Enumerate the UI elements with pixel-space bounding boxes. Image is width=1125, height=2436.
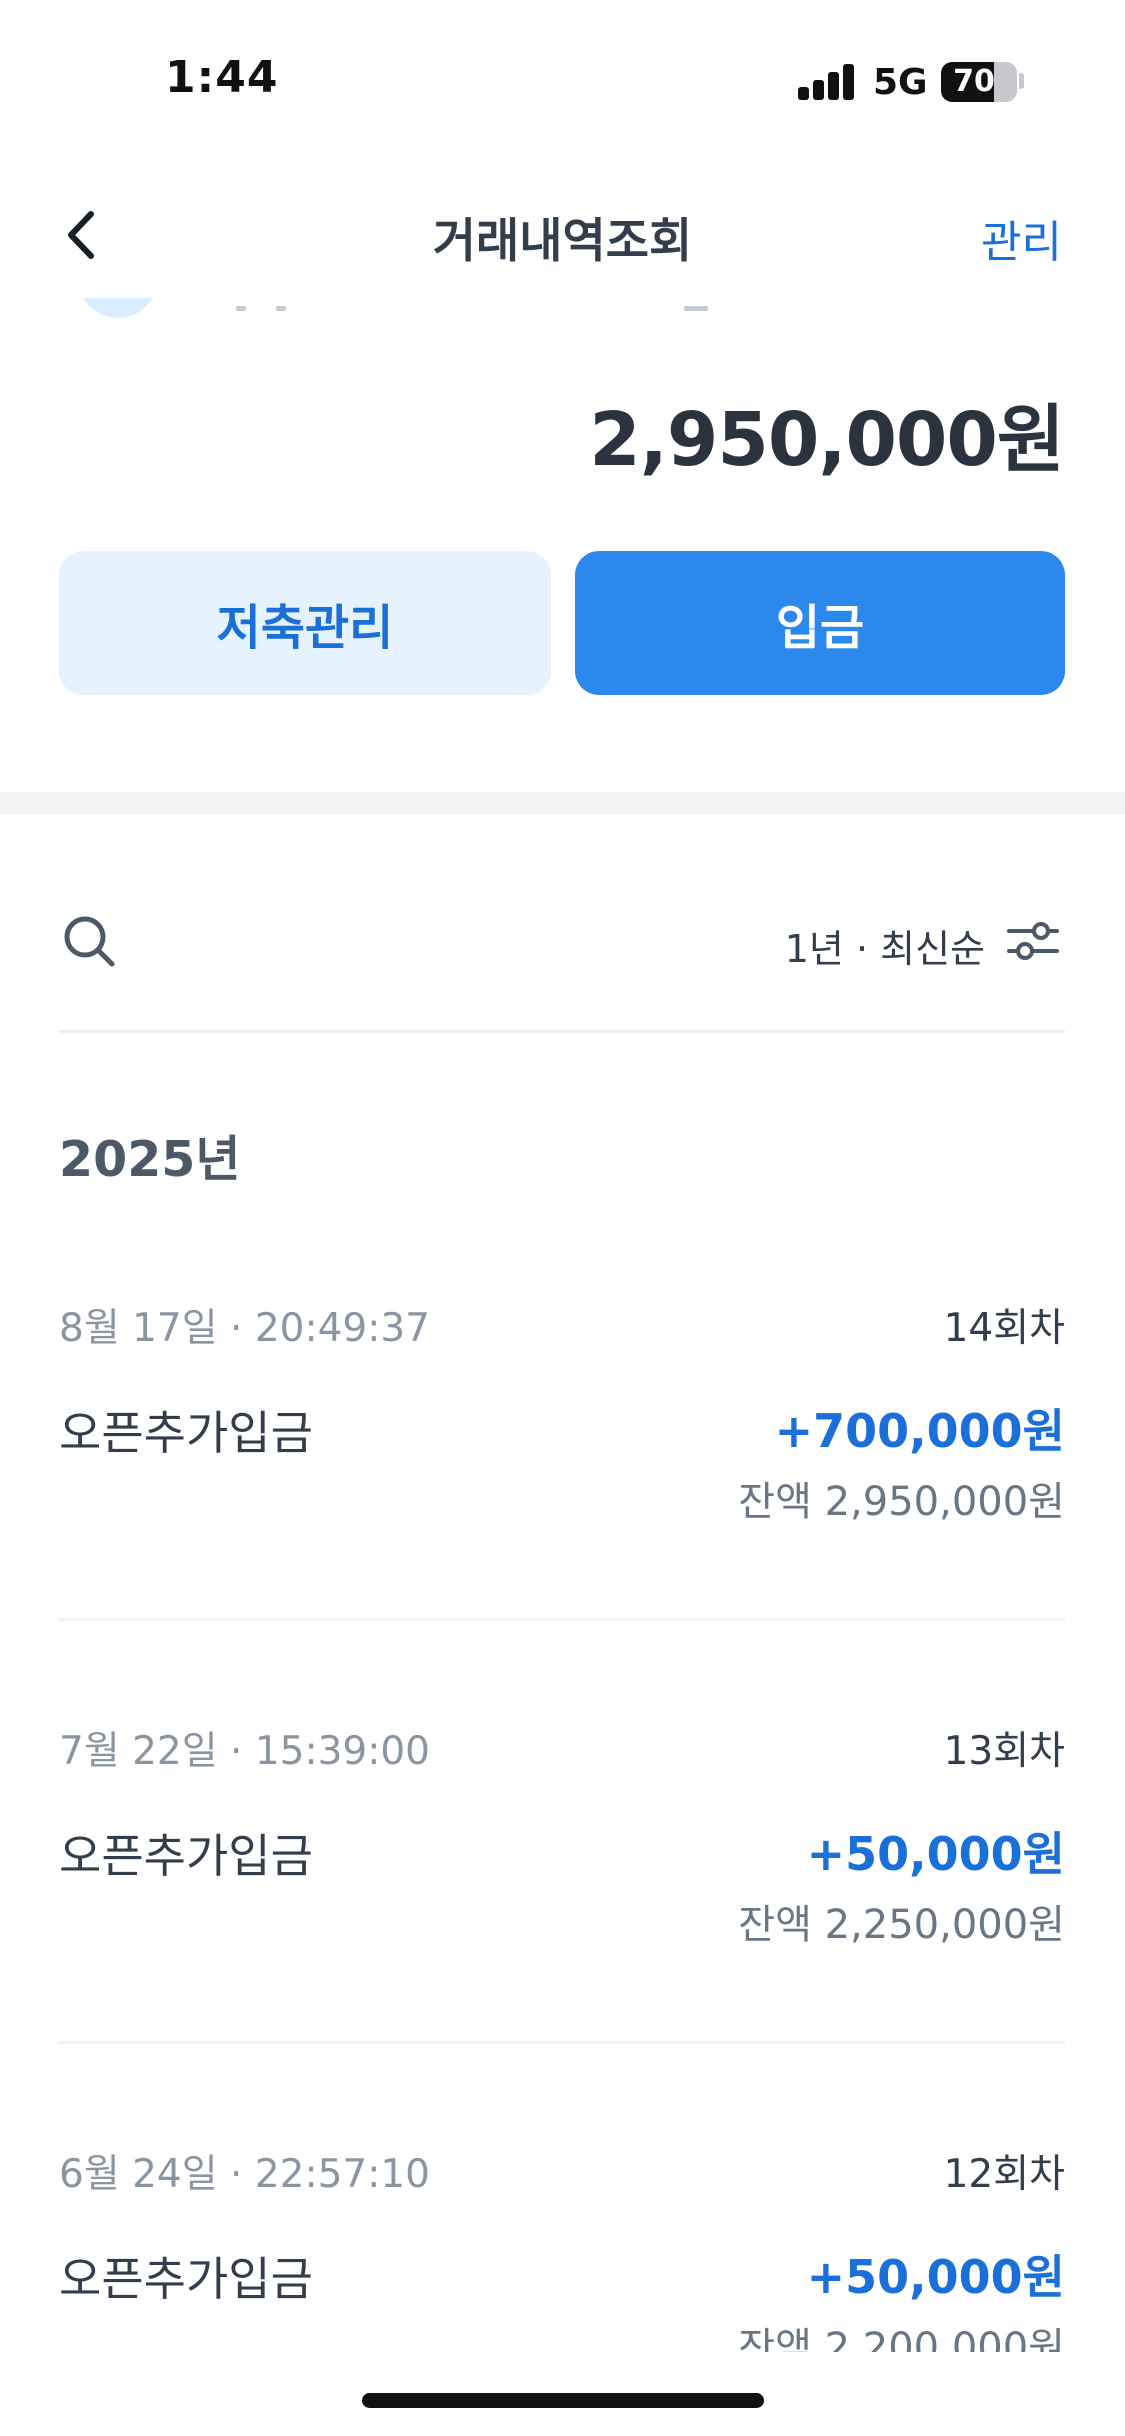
network-type: 5G: [873, 62, 928, 103]
transaction-round: 13회차: [943, 1729, 1065, 1774]
transaction-name: 오픈추가입금: [59, 1406, 313, 1460]
savings-manage-label: 저축관리: [216, 600, 394, 656]
account-name-fragment: [236, 306, 246, 311]
transaction-item[interactable]: 8월 17일 · 20:49:37 14회차 오픈추가입금 +700,000원 …: [59, 1297, 1065, 1597]
separator-dot: ·: [217, 1306, 255, 1351]
divider: [59, 1618, 1065, 1621]
transaction-time: 20:49:37: [254, 1306, 430, 1351]
filter-label[interactable]: 1년 · 최신순: [785, 918, 985, 973]
transaction-datetime: 6월 24일 · 22:57:10: [59, 2143, 430, 2199]
transaction-date: 7월 22일: [59, 1729, 218, 1774]
transaction-date: 8월 17일: [59, 1306, 218, 1351]
account-peek: [0, 298, 1125, 322]
transaction-balance: 잔액 2,250,000원: [738, 1902, 1065, 1948]
transaction-time: 22:57:10: [254, 2152, 430, 2197]
year-header: 2025년: [59, 1131, 241, 1188]
savings-manage-button[interactable]: 저축관리: [59, 551, 551, 695]
page-title: 거래내역조회: [432, 214, 693, 269]
section-divider: [0, 792, 1125, 814]
battery-percent: 70: [953, 64, 995, 99]
transaction-time: 15:39:00: [254, 1729, 430, 1774]
transaction-name: 오픈추가입금: [59, 1829, 313, 1883]
divider: [59, 1030, 1065, 1033]
divider: [59, 2041, 1065, 2044]
account-balance: 2,950,000원: [589, 397, 1065, 483]
cellular-signal-icon: [798, 64, 856, 100]
transaction-amount: +700,000원: [774, 1404, 1065, 1458]
transaction-balance: 잔액 2,950,000원: [738, 1479, 1065, 1525]
search-icon[interactable]: [60, 912, 120, 972]
sliders-icon[interactable]: [1005, 916, 1061, 966]
screen: 1:44 5G 70 거래내역조회 관리 2,950,000원 저축관리 입금: [0, 0, 1125, 2436]
transaction-name: 오픈추가입금: [59, 2252, 313, 2306]
transaction-datetime: 7월 22일 · 15:39:00: [59, 1720, 430, 1776]
separator-dot: ·: [217, 1729, 255, 1774]
manage-button[interactable]: 관리: [981, 206, 1062, 270]
transaction-round: 14회차: [943, 1306, 1065, 1351]
account-avatar: [78, 298, 158, 318]
transaction-item[interactable]: 7월 22일 · 15:39:00 13회차 오픈추가입금 +50,000원 잔…: [59, 1720, 1065, 2020]
battery-nub: [1019, 73, 1024, 89]
account-name-fragment: [276, 306, 286, 311]
transaction-round: 12회차: [943, 2152, 1065, 2197]
deposit-label: 입금: [775, 600, 865, 656]
home-indicator[interactable]: [362, 2393, 764, 2408]
transaction-datetime: 8월 17일 · 20:49:37: [59, 1297, 430, 1353]
separator-dot: ·: [217, 2152, 255, 2197]
account-name-fragment: [684, 306, 708, 311]
transaction-date: 6월 24일: [59, 2152, 218, 2197]
battery-icon: 70: [941, 62, 1017, 102]
status-time: 1:44: [165, 52, 279, 103]
transaction-amount: +50,000원: [806, 1827, 1065, 1881]
transaction-amount: +50,000원: [806, 2250, 1065, 2304]
deposit-button[interactable]: 입금: [575, 551, 1065, 695]
